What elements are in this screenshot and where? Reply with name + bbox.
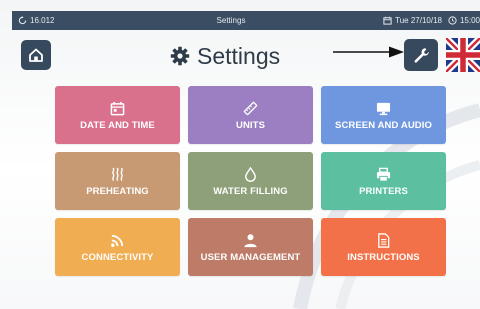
settings-screen: 16.012 Settings Tue 27/10/18 15:00 Setti… <box>0 0 480 309</box>
calendar-small-icon <box>383 16 392 25</box>
pointer-arrow <box>333 46 404 58</box>
tile-preheating[interactable]: PREHEATING <box>55 152 180 210</box>
uk-flag-icon <box>446 38 480 72</box>
time-text: 15:00 <box>459 16 480 25</box>
clock-icon <box>448 16 457 25</box>
user-icon <box>244 233 257 247</box>
tile-units[interactable]: UNITS <box>188 86 313 144</box>
status-bar: 16.012 Settings Tue 27/10/18 15:00 <box>12 11 480 30</box>
date-text: Tue 27/10/18 <box>395 16 442 25</box>
sync-icon <box>18 16 27 25</box>
printer-icon <box>376 167 391 182</box>
tile-screen-and-audio[interactable]: SCREEN AND AUDIO <box>321 86 446 144</box>
calendar-icon <box>110 101 125 115</box>
tile-label: CONNECTIVITY <box>81 251 154 263</box>
status-datetime: Tue 27/10/18 15:00 <box>350 16 480 25</box>
page-title: Settings <box>170 40 280 72</box>
tile-label: PRINTERS <box>359 185 408 197</box>
tile-label: USER MANAGEMENT <box>200 251 301 263</box>
status-version: 16.012 <box>12 16 152 25</box>
language-flag-button[interactable] <box>446 38 480 72</box>
tile-instructions[interactable]: INSTRUCTIONS <box>321 218 446 276</box>
version-text: 16.012 <box>30 16 55 25</box>
tile-label: UNITS <box>236 119 265 131</box>
page-title-text: Settings <box>197 42 281 69</box>
tile-label: DATE AND TIME <box>80 119 155 131</box>
tile-date-and-time[interactable]: DATE AND TIME <box>55 86 180 144</box>
tile-label: SCREEN AND AUDIO <box>335 119 432 131</box>
monitor-icon <box>376 102 391 115</box>
heat-icon <box>112 167 123 181</box>
water-drop-icon <box>245 166 256 182</box>
status-title: Settings <box>216 16 246 25</box>
tile-label: WATER FILLING <box>213 185 288 197</box>
wifi-icon <box>111 234 124 247</box>
tile-water-filling[interactable]: WATER FILLING <box>188 152 313 210</box>
tile-label: PREHEATING <box>86 185 149 197</box>
settings-menu-grid: DATE AND TIME UNITS SCREEN AND AUDIO PRE… <box>55 86 446 276</box>
wrench-icon <box>414 47 429 63</box>
tools-button[interactable] <box>404 39 438 71</box>
home-button[interactable] <box>21 40 51 70</box>
tile-label: INSTRUCTIONS <box>347 251 420 263</box>
gear-icon <box>170 46 190 66</box>
tile-connectivity[interactable]: CONNECTIVITY <box>55 218 180 276</box>
tile-user-management[interactable]: USER MANAGEMENT <box>188 218 313 276</box>
home-icon <box>29 48 43 62</box>
document-icon <box>378 232 390 248</box>
ruler-icon <box>243 101 258 115</box>
tile-printers[interactable]: PRINTERS <box>321 152 446 210</box>
